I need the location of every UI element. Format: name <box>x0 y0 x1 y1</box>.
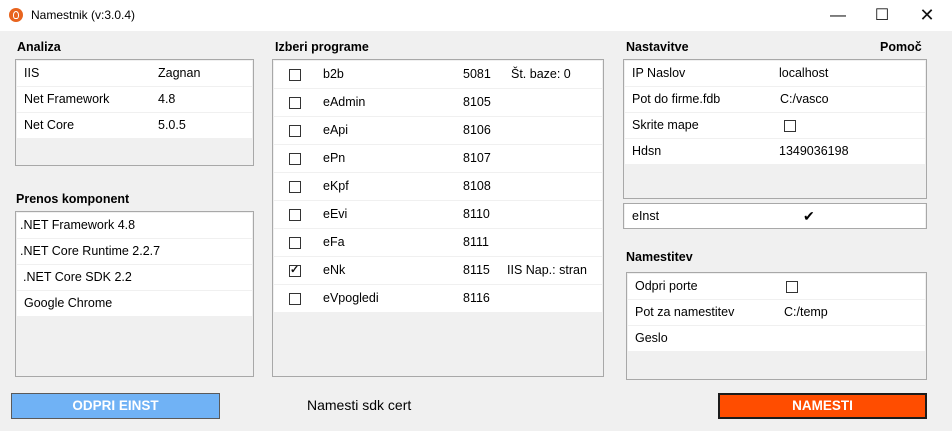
analiza-row: Net Core 5.0.5 <box>17 113 252 138</box>
namestitev-row-name: Odpri porte <box>635 279 698 293</box>
odpri-porte-checkbox[interactable] <box>786 281 798 293</box>
analiza-row-name: Net Framework <box>24 92 110 106</box>
program-name: eAdmin <box>323 95 366 109</box>
analiza-row: Net Framework 4.8 <box>17 87 252 113</box>
prenos-item[interactable]: Google Chrome <box>17 291 252 316</box>
namestitev-row[interactable]: Geslo <box>628 326 925 351</box>
minimize-button[interactable]: — <box>815 0 861 31</box>
program-row[interactable]: ePn 8107 <box>274 145 602 173</box>
analiza-row-value: Zagnan <box>158 66 201 80</box>
program-checkbox[interactable] <box>289 97 301 109</box>
nastavitve-row-value: C:/vasco <box>780 92 829 106</box>
program-note: Št. baze: 0 <box>511 67 571 81</box>
namestitev-row-name: Pot za namestitev <box>635 305 735 319</box>
nastavitve-row[interactable]: IP Naslov localhost <box>625 61 925 87</box>
nastavitve-row-name: Pot do firme.fdb <box>632 92 721 106</box>
namestitev-row-value: C:/temp <box>784 305 828 319</box>
program-row[interactable]: eFa 8111 <box>274 229 602 257</box>
program-checkbox[interactable] <box>289 263 301 277</box>
einst-panel: eInst ✔ <box>623 203 927 229</box>
program-checkbox[interactable] <box>289 181 301 193</box>
namestitev-title: Namestitev <box>626 250 693 264</box>
prenos-item-label: .NET Core SDK 2.2 <box>23 270 132 284</box>
program-port: 8105 <box>463 95 491 109</box>
prenos-item-label: .NET Core Runtime 2.2.7 <box>20 244 161 258</box>
program-row[interactable]: eApi 8106 <box>274 117 602 145</box>
nastavitve-row-value: localhost <box>779 66 829 80</box>
skrite-mape-checkbox[interactable] <box>784 120 796 132</box>
analiza-row-name: IIS <box>24 66 40 80</box>
program-name: eFa <box>323 235 345 249</box>
program-row[interactable]: b2b 5081 Št. baze: 0 <box>274 61 602 89</box>
nastavitve-row-name: Skrite mape <box>632 118 699 132</box>
program-name: eEvi <box>323 207 348 221</box>
nastavitve-row-name: IP Naslov <box>632 66 686 80</box>
program-row[interactable]: eVpogledi 8116 <box>274 285 602 312</box>
program-port: 8110 <box>463 207 490 221</box>
program-name: ePn <box>323 151 346 165</box>
program-row[interactable]: eNk 8115 IIS Nap.: stran <box>274 257 602 285</box>
program-port: 8107 <box>463 151 491 165</box>
program-name: eApi <box>323 123 349 137</box>
program-row[interactable]: eKpf 8108 <box>274 173 602 201</box>
program-checkbox[interactable] <box>289 237 301 249</box>
analiza-row: IIS Zagnan <box>17 61 252 87</box>
prenos-title: Prenos komponent <box>16 192 130 206</box>
programi-title: Izberi programe <box>275 40 369 54</box>
program-name: eKpf <box>323 179 349 193</box>
nastavitve-title: Nastavitve <box>626 40 689 54</box>
program-name: eNk <box>323 263 346 277</box>
program-row[interactable]: eAdmin 8105 <box>274 89 602 117</box>
analiza-row-value: 4.8 <box>158 92 176 106</box>
check-icon: ✔ <box>803 208 815 224</box>
app-icon <box>9 8 23 22</box>
program-checkbox[interactable] <box>289 69 301 81</box>
nastavitve-row-name: Hdsn <box>632 144 662 158</box>
close-button[interactable]: ✕ <box>904 0 950 31</box>
programi-list: b2b 5081 Št. baze: 0 eAdmin 8105 eApi 81… <box>272 59 604 377</box>
program-checkbox[interactable] <box>289 209 301 221</box>
analiza-row-name: Net Core <box>24 118 75 132</box>
program-port: 8111 <box>463 235 489 249</box>
nastavitve-row[interactable]: Skrite mape <box>625 113 925 139</box>
nastavitve-row[interactable]: Pot do firme.fdb C:/vasco <box>625 87 925 113</box>
prenos-list: .NET Framework 4.8 .NET Core Runtime 2.2… <box>15 211 254 377</box>
einst-row[interactable]: eInst ✔ <box>625 204 925 228</box>
nastavitve-row-value: 1349036198 <box>779 144 849 158</box>
program-port: 5081 <box>463 67 491 81</box>
namestitev-list: Odpri porte Pot za namestitev C:/temp Ge… <box>626 272 927 380</box>
program-row[interactable]: eEvi 8110 <box>274 201 602 229</box>
nastavitve-list: IP Naslov localhost Pot do firme.fdb C:/… <box>623 59 927 199</box>
analiza-list: IIS Zagnan Net Framework 4.8 Net Core 5.… <box>15 59 254 166</box>
analiza-row-value: 5.0.5 <box>158 118 186 132</box>
prenos-item[interactable]: .NET Core Runtime 2.2.7 <box>17 239 252 265</box>
prenos-item-label: .NET Framework 4.8 <box>20 218 136 232</box>
program-name: eVpogledi <box>323 291 379 305</box>
title-bar: Namestnik (v:3.0.4) — ☐ ✕ <box>0 0 952 31</box>
prenos-item[interactable]: .NET Core SDK 2.2 <box>17 265 252 291</box>
prenos-item[interactable]: .NET Framework 4.8 <box>17 213 252 239</box>
open-einst-button[interactable]: ODPRI EINST <box>11 393 220 419</box>
namestitev-row[interactable]: Odpri porte <box>628 274 925 300</box>
einst-label: eInst <box>632 209 660 223</box>
program-note: IIS Nap.: stran <box>507 263 587 277</box>
maximize-button[interactable]: ☐ <box>859 0 905 31</box>
analiza-title: Analiza <box>17 40 61 54</box>
nastavitve-row[interactable]: Hdsn 1349036198 <box>625 139 925 164</box>
program-port: 8106 <box>463 123 491 137</box>
namestitev-row-name: Geslo <box>635 331 668 345</box>
namestitev-row[interactable]: Pot za namestitev C:/temp <box>628 300 925 326</box>
program-port: 8116 <box>463 291 490 305</box>
program-checkbox[interactable] <box>289 125 301 137</box>
program-name: b2b <box>323 67 344 81</box>
prenos-item-label: Google Chrome <box>24 296 113 310</box>
program-checkbox[interactable] <box>289 293 301 305</box>
program-port: 8108 <box>463 179 491 193</box>
status-text: Namesti sdk cert <box>307 397 412 413</box>
program-checkbox[interactable] <box>289 153 301 165</box>
program-port: 8115 <box>463 263 490 277</box>
window-title: Namestnik (v:3.0.4) <box>31 8 136 22</box>
install-button[interactable]: NAMESTI <box>718 393 927 419</box>
help-link[interactable]: Pomoč <box>880 40 922 54</box>
